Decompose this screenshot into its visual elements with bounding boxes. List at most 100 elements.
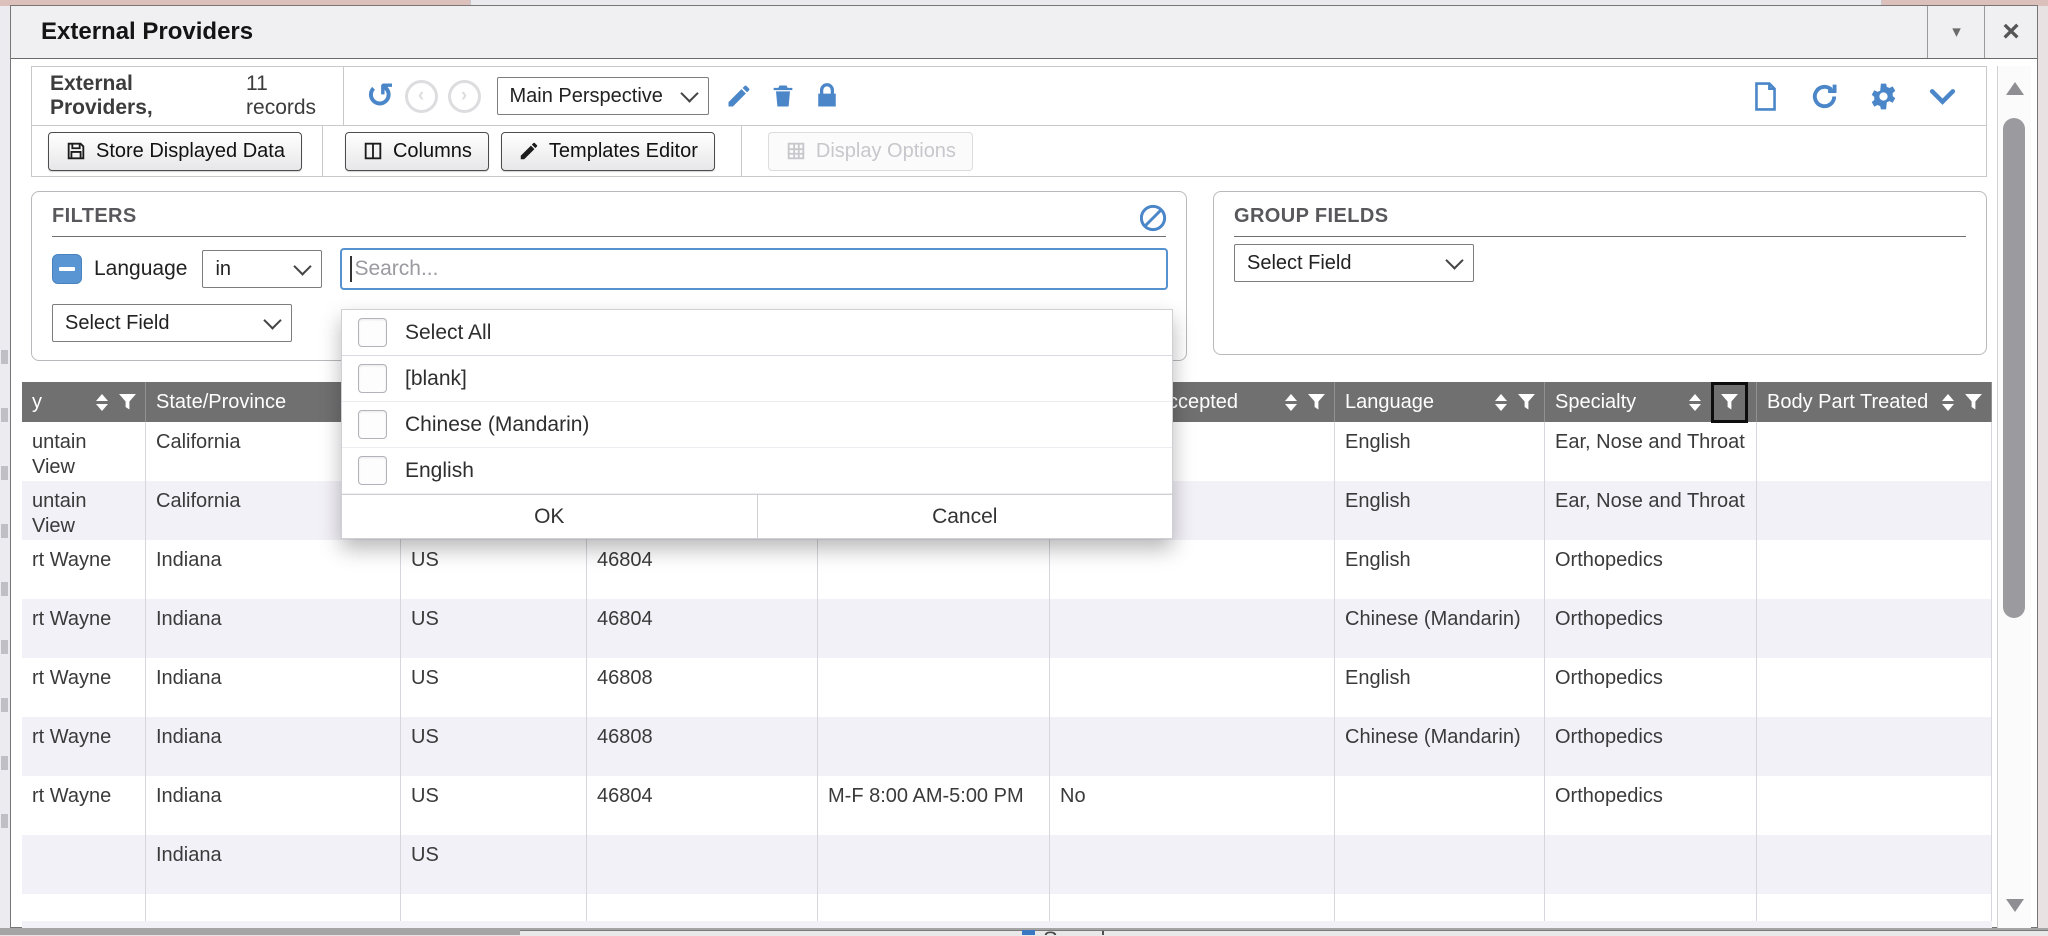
refresh-icon[interactable] bbox=[1809, 81, 1840, 112]
filter-search-input[interactable] bbox=[340, 248, 1168, 290]
edit-perspective-icon[interactable] bbox=[725, 82, 753, 110]
templates-editor-button[interactable]: Templates Editor bbox=[501, 132, 715, 171]
scroll-down-arrow-icon[interactable] bbox=[2006, 899, 2024, 912]
table-cell: 46808 bbox=[587, 658, 818, 717]
undo-icon[interactable]: ↺ bbox=[366, 79, 395, 113]
perspective-value: Main Perspective bbox=[510, 85, 663, 108]
filter-operator-select[interactable]: in bbox=[202, 250, 322, 288]
table-cell: Ear, Nose and Throat bbox=[1545, 422, 1757, 481]
header-icons bbox=[1689, 390, 1748, 415]
column-label: Language bbox=[1345, 391, 1434, 414]
group-fields-heading: GROUP FIELDS bbox=[1234, 192, 1966, 237]
table-row[interactable]: rt WayneIndianaUS46808EnglishOrthopedics bbox=[22, 658, 1992, 717]
sort-icon[interactable] bbox=[1495, 394, 1507, 411]
checkbox[interactable] bbox=[358, 318, 387, 347]
table-row[interactable]: rt WayneIndianaUS46804M-F 8:00 AM-5:00 P… bbox=[22, 776, 1992, 835]
option-label: [blank] bbox=[405, 367, 467, 391]
header-icons bbox=[1495, 393, 1536, 412]
table-cell bbox=[1335, 894, 1545, 921]
checkbox[interactable] bbox=[358, 364, 387, 393]
cancel-button[interactable]: Cancel bbox=[758, 495, 1173, 538]
sort-icon[interactable] bbox=[1689, 394, 1701, 411]
table-cell bbox=[1757, 540, 1992, 599]
filter-icon[interactable] bbox=[1964, 393, 1983, 412]
external-providers-dialog: External Providers ▾ × External Provider… bbox=[10, 5, 2038, 928]
dialog-collapse-button[interactable]: ▾ bbox=[1927, 6, 1985, 58]
dialog-close-button[interactable]: × bbox=[1984, 6, 2037, 58]
column-header-body-part-treated[interactable]: Body Part Treated bbox=[1757, 382, 1992, 422]
popup-footer: OK Cancel bbox=[342, 494, 1172, 538]
column-header-y[interactable]: y bbox=[22, 382, 146, 422]
clear-filters-icon[interactable] bbox=[1138, 203, 1168, 233]
vertical-scrollbar[interactable] bbox=[1997, 66, 2031, 928]
sort-icon[interactable] bbox=[96, 394, 108, 411]
filter-icon[interactable] bbox=[118, 393, 137, 412]
toolbar-panel: External Providers, 11 records ↺ ‹ › Mai… bbox=[31, 66, 1987, 177]
column-header-specialty[interactable]: Specialty bbox=[1545, 382, 1757, 422]
table-cell bbox=[1050, 540, 1335, 599]
table-cell bbox=[1545, 835, 1757, 894]
table-cell bbox=[1050, 835, 1335, 894]
table-cell: English bbox=[1335, 422, 1545, 481]
nav-back-icon[interactable]: ‹ bbox=[405, 80, 438, 113]
new-document-icon[interactable] bbox=[1750, 81, 1781, 112]
filter-icon[interactable] bbox=[1307, 393, 1326, 412]
table-cell bbox=[22, 835, 146, 894]
display-options-button: Display Options bbox=[768, 132, 973, 171]
table-cell: Indiana bbox=[146, 717, 401, 776]
sort-icon[interactable] bbox=[1285, 394, 1297, 411]
group-field-select[interactable]: Select Field bbox=[1234, 244, 1474, 282]
filter-option[interactable]: [blank] bbox=[342, 356, 1172, 402]
column-header-language[interactable]: Language bbox=[1335, 382, 1545, 422]
gear-icon[interactable] bbox=[1868, 81, 1899, 112]
columns-button[interactable]: Columns bbox=[345, 132, 489, 171]
scrollbar-thumb[interactable] bbox=[2003, 118, 2025, 618]
table-row[interactable] bbox=[22, 894, 1992, 921]
table-cell: English bbox=[1335, 540, 1545, 599]
checkbox[interactable] bbox=[358, 410, 387, 439]
column-label: ccepted bbox=[1168, 391, 1238, 414]
store-displayed-data-label: Store Displayed Data bbox=[96, 140, 285, 163]
perspective-select[interactable]: Main Perspective bbox=[497, 77, 709, 115]
table-row[interactable]: IndianaUS bbox=[22, 835, 1992, 894]
delete-perspective-icon[interactable] bbox=[769, 82, 797, 110]
table-cell: No bbox=[1050, 776, 1335, 835]
table-row[interactable]: rt WayneIndianaUS46804Chinese (Mandarin)… bbox=[22, 599, 1992, 658]
table-cell: rt Wayne bbox=[22, 717, 146, 776]
table-cell: Orthopedics bbox=[1545, 776, 1757, 835]
filter-option[interactable]: English bbox=[342, 448, 1172, 494]
add-filter-field-select[interactable]: Select Field bbox=[52, 304, 292, 342]
table-cell bbox=[1757, 894, 1992, 921]
minus-icon bbox=[59, 267, 75, 271]
ok-button[interactable]: OK bbox=[342, 495, 758, 538]
chevron-down-icon bbox=[263, 311, 281, 329]
filter-option[interactable]: Select All bbox=[342, 310, 1172, 356]
filter-icon[interactable] bbox=[1517, 393, 1536, 412]
store-displayed-data-button[interactable]: Store Displayed Data bbox=[48, 132, 302, 171]
table-cell: 46808 bbox=[587, 717, 818, 776]
collapse-toolbar-icon[interactable] bbox=[1927, 81, 1958, 112]
remove-filter-button[interactable] bbox=[52, 254, 82, 284]
background-search-label: Search bbox=[1043, 929, 1113, 935]
records-count: 11 records bbox=[246, 72, 343, 120]
table-cell bbox=[1757, 422, 1992, 481]
nav-forward-icon[interactable]: › bbox=[448, 80, 481, 113]
group-field-value: Select Field bbox=[1247, 252, 1352, 275]
table-cell: US bbox=[401, 717, 587, 776]
table-row[interactable]: rt WayneIndianaUS46808Chinese (Mandarin)… bbox=[22, 717, 1992, 776]
text-caret bbox=[350, 256, 352, 282]
sort-icon[interactable] bbox=[1942, 394, 1954, 411]
table-row[interactable]: rt WayneIndianaUS46804EnglishOrthopedics bbox=[22, 540, 1992, 599]
filter-icon-focused[interactable] bbox=[1711, 382, 1748, 423]
scroll-up-arrow-icon[interactable] bbox=[2006, 82, 2024, 95]
table-cell bbox=[818, 717, 1050, 776]
column-label: y bbox=[32, 391, 42, 414]
table-cell: Orthopedics bbox=[1545, 717, 1757, 776]
table-cell bbox=[1757, 481, 1992, 540]
table-cell bbox=[146, 894, 401, 921]
checkbox[interactable] bbox=[358, 456, 387, 485]
lock-icon[interactable] bbox=[813, 82, 841, 110]
table-cell: Chinese (Mandarin) bbox=[1335, 599, 1545, 658]
filter-option[interactable]: Chinese (Mandarin) bbox=[342, 402, 1172, 448]
table-cell: US bbox=[401, 835, 587, 894]
